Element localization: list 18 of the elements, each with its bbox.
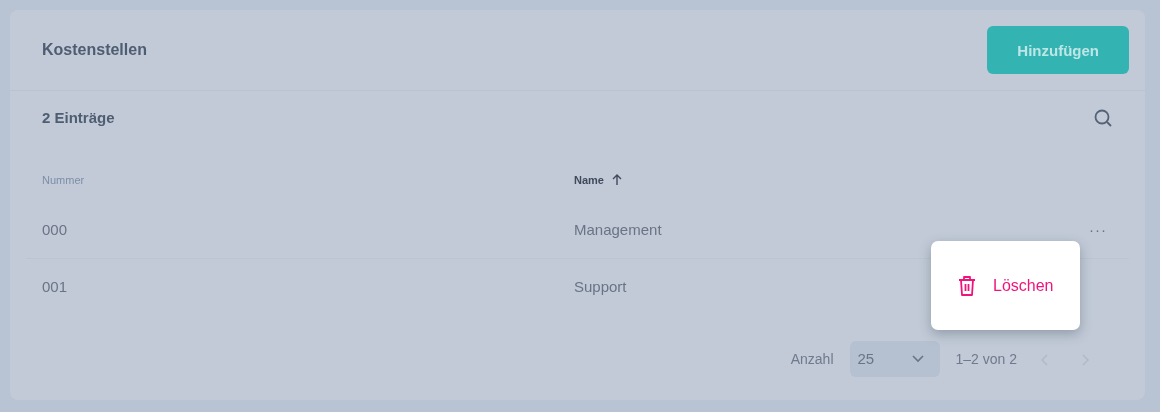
table-cell-text: 000: [42, 219, 68, 240]
page-size-select[interactable]: 25: [849, 341, 940, 377]
more-button[interactable]: ···: [1085, 218, 1111, 242]
column-header[interactable]: Name: [574, 171, 604, 188]
table-cell-text: Support: [574, 276, 627, 297]
menu-item[interactable]: Löschen: [957, 273, 1054, 298]
page-title: Kostenstellen: [42, 40, 147, 60]
table-cell-text: Management: [574, 219, 662, 240]
chevron-down-icon: [911, 355, 924, 363]
column-header[interactable]: Nummer: [42, 171, 85, 188]
table-cell-text: 001: [42, 276, 68, 297]
sort-arrow-icon: [611, 173, 622, 186]
trash-icon: [957, 274, 977, 297]
page-size-label: Anzahl: [790, 349, 834, 369]
add-button[interactable]: Hinzufügen: [987, 26, 1129, 74]
search-icon[interactable]: [1093, 108, 1113, 129]
entry-count: 2 Einträge: [42, 108, 115, 128]
page-range: 1–2 von 2: [955, 349, 1017, 369]
